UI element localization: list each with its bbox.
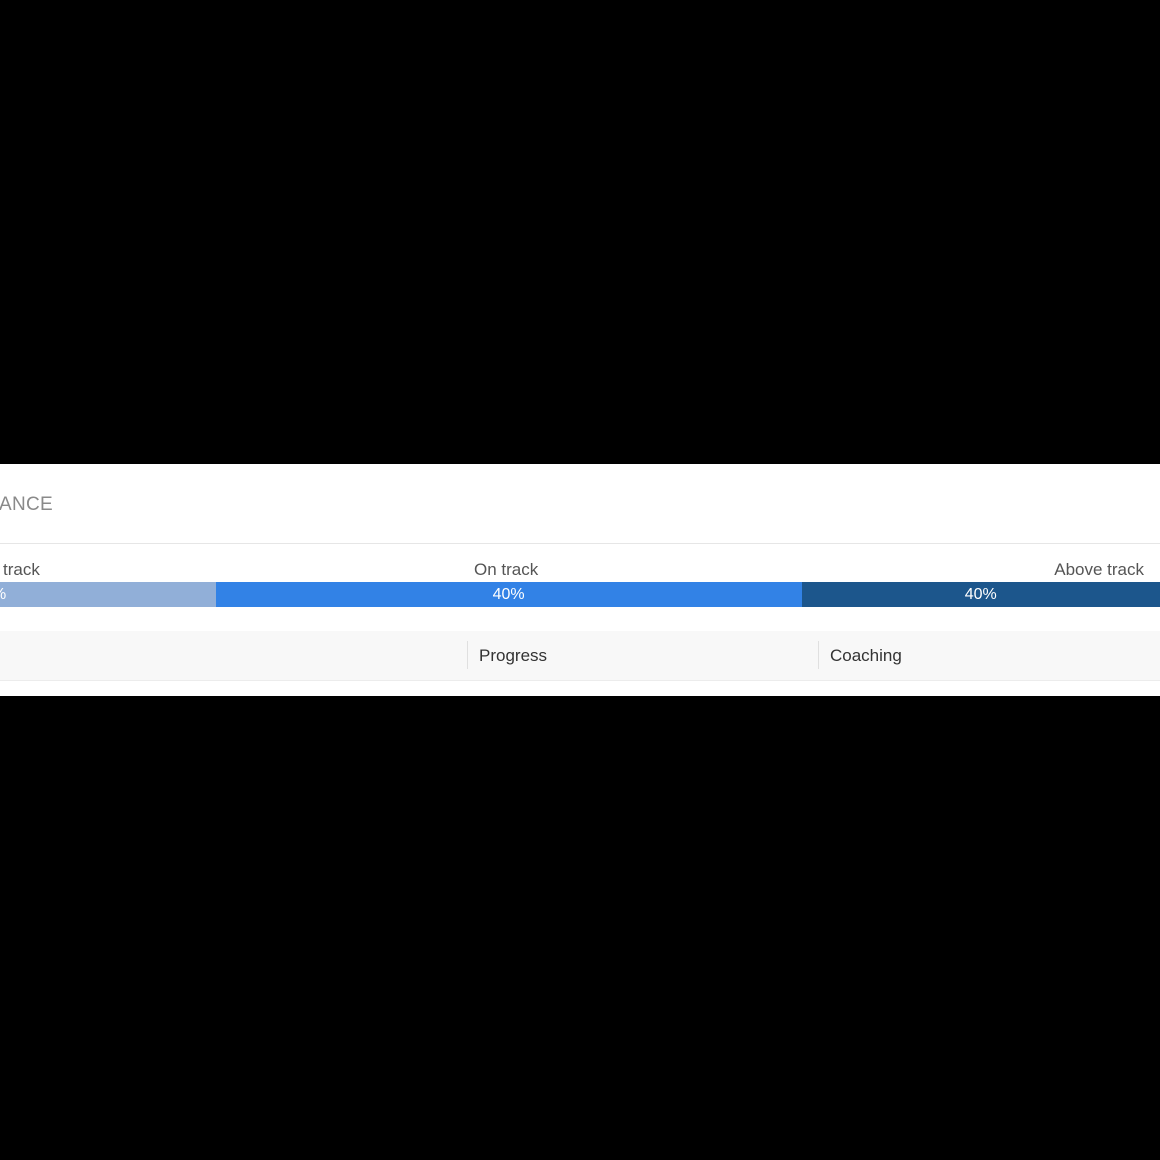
column-separator[interactable] (818, 641, 819, 669)
table-header: Progress Coaching (0, 631, 1160, 681)
segment-below-track[interactable]: % (0, 582, 216, 607)
segment-value-on-track: 40% (492, 586, 525, 603)
column-header-coaching[interactable]: Coaching (830, 631, 902, 680)
column-separator[interactable] (467, 641, 468, 669)
segment-label-above-track: Above track (1054, 560, 1144, 579)
section-divider (0, 543, 1160, 544)
segment-value-above-track: 40% (964, 586, 997, 603)
section-title: ANCE (0, 494, 53, 515)
segment-label-below-track: track (3, 560, 40, 579)
performance-panel: ANCE track On track Above track % 40% 40… (0, 464, 1160, 696)
segment-above-track[interactable]: 40% (801, 582, 1160, 607)
distribution-bar: % 40% 40% (0, 582, 1160, 607)
segment-on-track[interactable]: 40% (215, 582, 802, 607)
column-header-progress[interactable]: Progress (479, 631, 547, 680)
segment-label-on-track: On track (474, 560, 539, 579)
segment-value-below-track: % (0, 582, 216, 607)
